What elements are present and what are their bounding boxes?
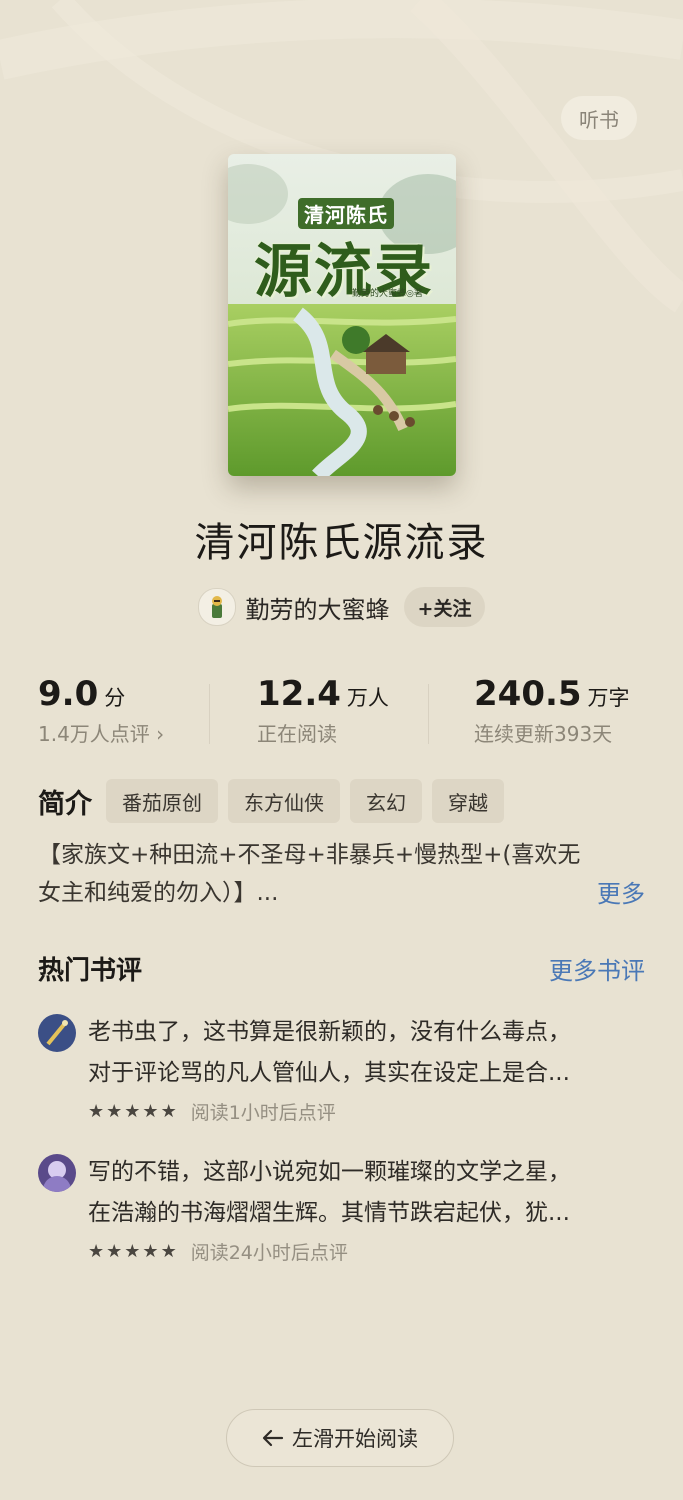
book-title: 清河陈氏源流录	[194, 520, 489, 566]
star-icon: ★	[124, 1240, 141, 1262]
bee-icon	[211, 596, 222, 618]
readers-unit: 万人	[346, 686, 389, 710]
review-text: 写的不错，这部小说宛如一颗璀璨的文学之星， 在浩瀚的书海熠熠生辉。其情节跌宕起伏…	[88, 1152, 645, 1234]
words-value: 240.5	[474, 674, 582, 714]
follow-button[interactable]: +关注	[403, 587, 486, 627]
review-timing: 阅读24小时后点评	[190, 1242, 348, 1264]
stat-divider	[428, 684, 429, 744]
intro-line: 女主和纯爱的勿入）】...	[38, 880, 279, 906]
score-unit: 分	[104, 686, 126, 710]
tag-chip[interactable]: 东方仙侠	[228, 779, 340, 823]
stat-words: 240.5 万字 连续更新393天	[428, 674, 645, 754]
readers-label: 正在阅读	[257, 722, 337, 746]
star-icon: ★	[124, 1100, 141, 1122]
score-value: 9.0	[38, 674, 99, 714]
update-streak: 连续更新393天	[474, 722, 613, 746]
readers-value: 12.4	[257, 674, 341, 714]
intro-row: 简介 番茄原创 东方仙侠 玄幻 穿越	[38, 778, 645, 824]
review-line: 老书虫了，这书算是很新颖的，没有什么毒点，	[88, 1019, 571, 1045]
intro-description[interactable]: 【家族文+种田流+不圣母+非暴兵+慢热型+(喜欢无 女主和纯爱的勿入）】...	[38, 836, 645, 912]
tag-chip[interactable]: 玄幻	[350, 779, 422, 823]
reviews-header: 热门书评 更多书评	[38, 950, 645, 987]
review-text: 老书虫了，这书算是很新颖的，没有什么毒点， 对于评论骂的凡人管仙人，其实在设定上…	[88, 1012, 645, 1094]
more-reviews-link[interactable]: 更多书评	[549, 951, 645, 986]
review-item[interactable]: 老书虫了，这书算是很新颖的，没有什么毒点， 对于评论骂的凡人管仙人，其实在设定上…	[38, 1012, 645, 1132]
tag-chip[interactable]: 穿越	[432, 779, 504, 823]
words-unit: 万字	[587, 686, 630, 710]
reviewer-avatar[interactable]	[38, 1154, 76, 1192]
cover-author-caption: 勤劳的大蜜蜂◎著	[352, 289, 423, 299]
reviews-title: 热门书评	[38, 956, 143, 986]
star-icon: ★	[106, 1100, 123, 1122]
star-rating: ★ ★ ★ ★ ★	[88, 1100, 177, 1122]
star-icon: ★	[142, 1240, 159, 1262]
intro-line: 【家族文+种田流+不圣母+非暴兵+慢热型+(喜欢无	[38, 842, 581, 868]
review-meta: ★ ★ ★ ★ ★ 阅读1小时后点评	[88, 1098, 336, 1125]
star-icon: ★	[160, 1100, 177, 1122]
review-line: 在浩瀚的书海熠熠生辉。其情节跌宕起伏，犹...	[88, 1200, 570, 1226]
intro-more-link[interactable]: 更多	[597, 874, 645, 909]
review-timing: 阅读1小时后点评	[190, 1102, 336, 1124]
score-review-count: 1.4万人点评 ›	[38, 722, 165, 746]
star-icon: ★	[88, 1240, 105, 1262]
star-icon: ★	[88, 1100, 105, 1122]
author-avatar[interactable]	[197, 588, 236, 626]
author-name[interactable]: 勤劳的大蜜蜂	[246, 590, 390, 625]
star-icon: ★	[106, 1240, 123, 1262]
author-row: 勤劳的大蜜蜂 +关注	[0, 585, 683, 629]
reviewer-avatar[interactable]	[38, 1014, 76, 1052]
stat-score[interactable]: 9.0 分 1.4万人点评 ›	[38, 674, 209, 754]
start-reading-label: 左滑开始阅读	[292, 1427, 418, 1451]
star-icon: ★	[160, 1240, 177, 1262]
arrow-left-icon	[262, 1429, 284, 1447]
review-meta: ★ ★ ★ ★ ★ 阅读24小时后点评	[88, 1238, 348, 1265]
stats-row: 9.0 分 1.4万人点评 › 12.4 万人 正在阅读 240.5 万字 连续…	[38, 674, 645, 754]
review-item[interactable]: 写的不错，这部小说宛如一颗璀璨的文学之星， 在浩瀚的书海熠熠生辉。其情节跌宕起伏…	[38, 1152, 645, 1272]
listen-button[interactable]: 听书	[561, 96, 637, 140]
review-line: 写的不错，这部小说宛如一颗璀璨的文学之星，	[88, 1159, 571, 1185]
star-rating: ★ ★ ★ ★ ★	[88, 1240, 177, 1262]
intro-label: 简介	[38, 788, 92, 820]
star-icon: ★	[142, 1100, 159, 1122]
tag-chip[interactable]: 番茄原创	[106, 779, 218, 823]
review-line: 对于评论骂的凡人管仙人，其实在设定上是合...	[88, 1060, 570, 1086]
book-cover[interactable]: 清河陈氏 源流录 勤劳的大蜜蜂◎著	[228, 154, 456, 476]
stat-divider	[209, 684, 210, 744]
stat-readers: 12.4 万人 正在阅读	[209, 674, 428, 754]
start-reading-button[interactable]: 左滑开始阅读	[226, 1409, 454, 1467]
